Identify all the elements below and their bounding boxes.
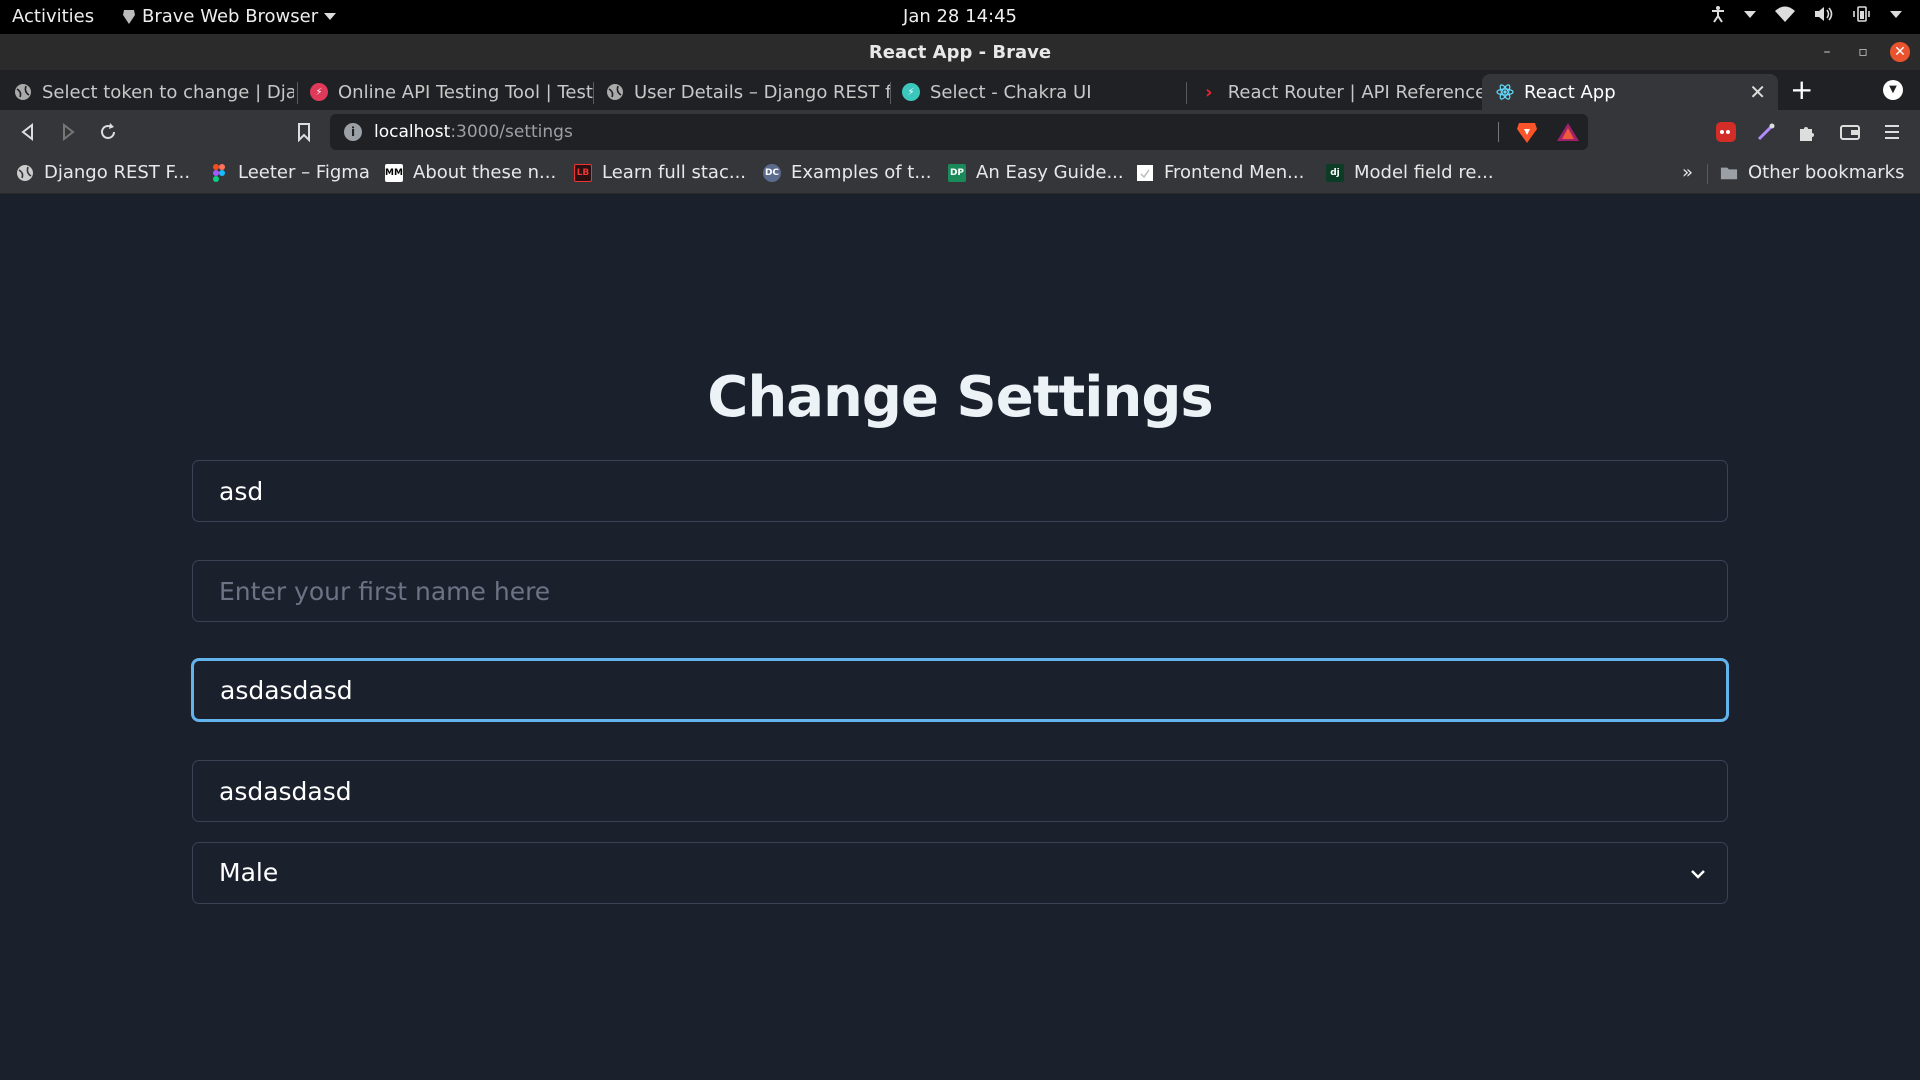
gender-select-value: Male bbox=[219, 858, 279, 887]
folder-icon bbox=[1720, 167, 1738, 179]
other-bookmarks-folder[interactable]: Other bookmarks bbox=[1720, 162, 1904, 183]
wallet-icon[interactable] bbox=[1838, 120, 1862, 144]
restore-icon[interactable]: ▫ bbox=[1854, 43, 1872, 61]
bookmarks-bar: Django REST F... Leeter – Figma MM About… bbox=[0, 154, 1920, 194]
url-text[interactable]: localhost:3000/settings bbox=[374, 122, 573, 142]
site-info-icon[interactable]: i bbox=[344, 123, 362, 141]
figma-icon bbox=[213, 163, 225, 182]
chevron-down-icon bbox=[1691, 870, 1705, 879]
page-icon bbox=[1137, 164, 1153, 181]
window-controls: – ▫ ✕ bbox=[1818, 42, 1910, 62]
last-name-field[interactable] bbox=[192, 659, 1728, 721]
window-title-bar: React App - Brave – ▫ ✕ bbox=[0, 34, 1920, 70]
dp-icon: DP bbox=[948, 163, 966, 182]
globe-icon bbox=[15, 84, 31, 100]
tab-chakra-select[interactable]: ⚡ Select - Chakra UI bbox=[888, 74, 1182, 110]
url-host: localhost bbox=[374, 122, 451, 142]
clock[interactable]: Jan 28 14:45 bbox=[0, 6, 1920, 27]
bookmarks-overflow-label: » bbox=[1682, 162, 1694, 183]
bookmark-label: Leeter – Figma bbox=[238, 162, 370, 183]
bookmark-divider bbox=[1707, 164, 1708, 184]
tab-react-app[interactable]: React App ✕ bbox=[1482, 74, 1778, 110]
back-icon[interactable] bbox=[16, 120, 40, 144]
close-tab-icon[interactable]: ✕ bbox=[1749, 80, 1766, 104]
tab-user-details[interactable]: User Details – Django REST fr bbox=[592, 74, 890, 110]
close-icon[interactable]: ✕ bbox=[1890, 42, 1910, 62]
react-router-icon: › bbox=[1205, 81, 1213, 103]
globe-icon bbox=[17, 164, 33, 181]
dj-icon: dj bbox=[1326, 163, 1344, 182]
bookmark-easy-guide[interactable]: DP An Easy Guide... bbox=[948, 162, 1124, 183]
tab-label: Select token to change | Djan bbox=[42, 81, 294, 103]
bookmark-django-rest[interactable]: Django REST F... bbox=[16, 162, 190, 183]
bookmark-label: An Easy Guide... bbox=[976, 162, 1124, 183]
bookmark-model-field[interactable]: dj Model field re... bbox=[1326, 162, 1494, 183]
bookmark-frontend-mentor[interactable]: Frontend Men... bbox=[1136, 162, 1304, 183]
accessibility-icon bbox=[1712, 6, 1724, 23]
bookmark-about-these[interactable]: MM About these n... bbox=[385, 162, 556, 183]
mm-icon: MM bbox=[385, 163, 403, 182]
react-icon bbox=[1496, 84, 1514, 100]
globe-icon bbox=[607, 84, 623, 100]
bookmark-learn-full-stack[interactable]: LB Learn full stac... bbox=[574, 162, 746, 183]
chevron-down-icon bbox=[1890, 10, 1902, 18]
extension-lastpass-icon[interactable] bbox=[1714, 120, 1738, 144]
system-tray[interactable] bbox=[1710, 5, 1902, 23]
bookmark-label: Examples of t... bbox=[791, 162, 932, 183]
address-bar[interactable]: i localhost:3000/settings bbox=[330, 114, 1588, 150]
tab-label: Online API Testing Tool | Test bbox=[338, 81, 593, 103]
window-title: React App - Brave bbox=[868, 42, 1052, 63]
volume-icon bbox=[1815, 7, 1833, 21]
new-tab-button[interactable]: + bbox=[1790, 76, 1813, 104]
tab-reqbin[interactable]: ⚡ Online API Testing Tool | Test bbox=[296, 74, 594, 110]
first-name-field[interactable] bbox=[192, 560, 1728, 622]
page-content: Change Settings Male bbox=[0, 195, 1920, 1080]
tab-label: Select - Chakra UI bbox=[930, 81, 1092, 103]
tab-label: React App bbox=[1524, 81, 1616, 103]
url-divider bbox=[1498, 122, 1499, 142]
tab-strip: Select token to change | Djan ⚡ Online A… bbox=[0, 70, 1920, 110]
brave-shields-icon[interactable] bbox=[1516, 120, 1538, 144]
reload-icon[interactable] bbox=[96, 120, 120, 144]
bookmarks-overflow-button[interactable]: » bbox=[1682, 162, 1693, 183]
tab-label: React Router | API Reference bbox=[1227, 81, 1482, 103]
forward-icon[interactable] bbox=[56, 120, 80, 144]
username-field[interactable] bbox=[192, 460, 1728, 522]
email-field[interactable] bbox=[192, 760, 1728, 822]
bookmark-icon[interactable] bbox=[292, 120, 316, 144]
brave-rewards-icon[interactable] bbox=[1556, 122, 1580, 142]
reqbin-icon: ⚡ bbox=[310, 83, 328, 101]
extensions-puzzle-icon[interactable] bbox=[1796, 120, 1820, 144]
chevron-down-icon bbox=[1744, 10, 1756, 18]
dc-icon: DC bbox=[763, 163, 781, 182]
url-path: :3000/settings bbox=[450, 122, 573, 142]
page-title: Change Settings bbox=[707, 365, 1214, 430]
other-bookmarks-label: Other bookmarks bbox=[1748, 162, 1905, 183]
bookmark-label: Learn full stac... bbox=[602, 162, 747, 183]
tab-react-router[interactable]: › React Router | API Reference bbox=[1186, 74, 1482, 110]
lb-icon: LB bbox=[574, 163, 592, 182]
wifi-icon bbox=[1775, 6, 1795, 22]
browser-toolbar: i localhost:3000/settings bbox=[0, 110, 1920, 154]
tab-select-token[interactable]: Select token to change | Djan bbox=[0, 74, 294, 110]
chakra-icon: ⚡ bbox=[902, 83, 920, 101]
tab-search-icon[interactable]: ▼ bbox=[1883, 80, 1903, 100]
system-top-bar: Activities Brave Web Browser Jan 28 14:4… bbox=[0, 0, 1920, 34]
minimize-icon[interactable]: – bbox=[1818, 43, 1836, 61]
menu-icon[interactable] bbox=[1880, 120, 1904, 144]
bookmark-label: Django REST F... bbox=[44, 162, 191, 183]
gender-select[interactable]: Male bbox=[192, 842, 1728, 904]
tab-label: User Details – Django REST fr bbox=[634, 81, 890, 103]
bookmark-leeter-figma[interactable]: Leeter – Figma bbox=[210, 162, 370, 183]
battery-icon bbox=[1853, 6, 1870, 22]
bookmark-label: Frontend Men... bbox=[1164, 162, 1305, 183]
bookmark-examples[interactable]: DC Examples of t... bbox=[763, 162, 931, 183]
color-picker-icon[interactable] bbox=[1754, 120, 1778, 144]
bookmark-label: About these n... bbox=[413, 162, 557, 183]
bookmark-label: Model field re... bbox=[1354, 162, 1494, 183]
